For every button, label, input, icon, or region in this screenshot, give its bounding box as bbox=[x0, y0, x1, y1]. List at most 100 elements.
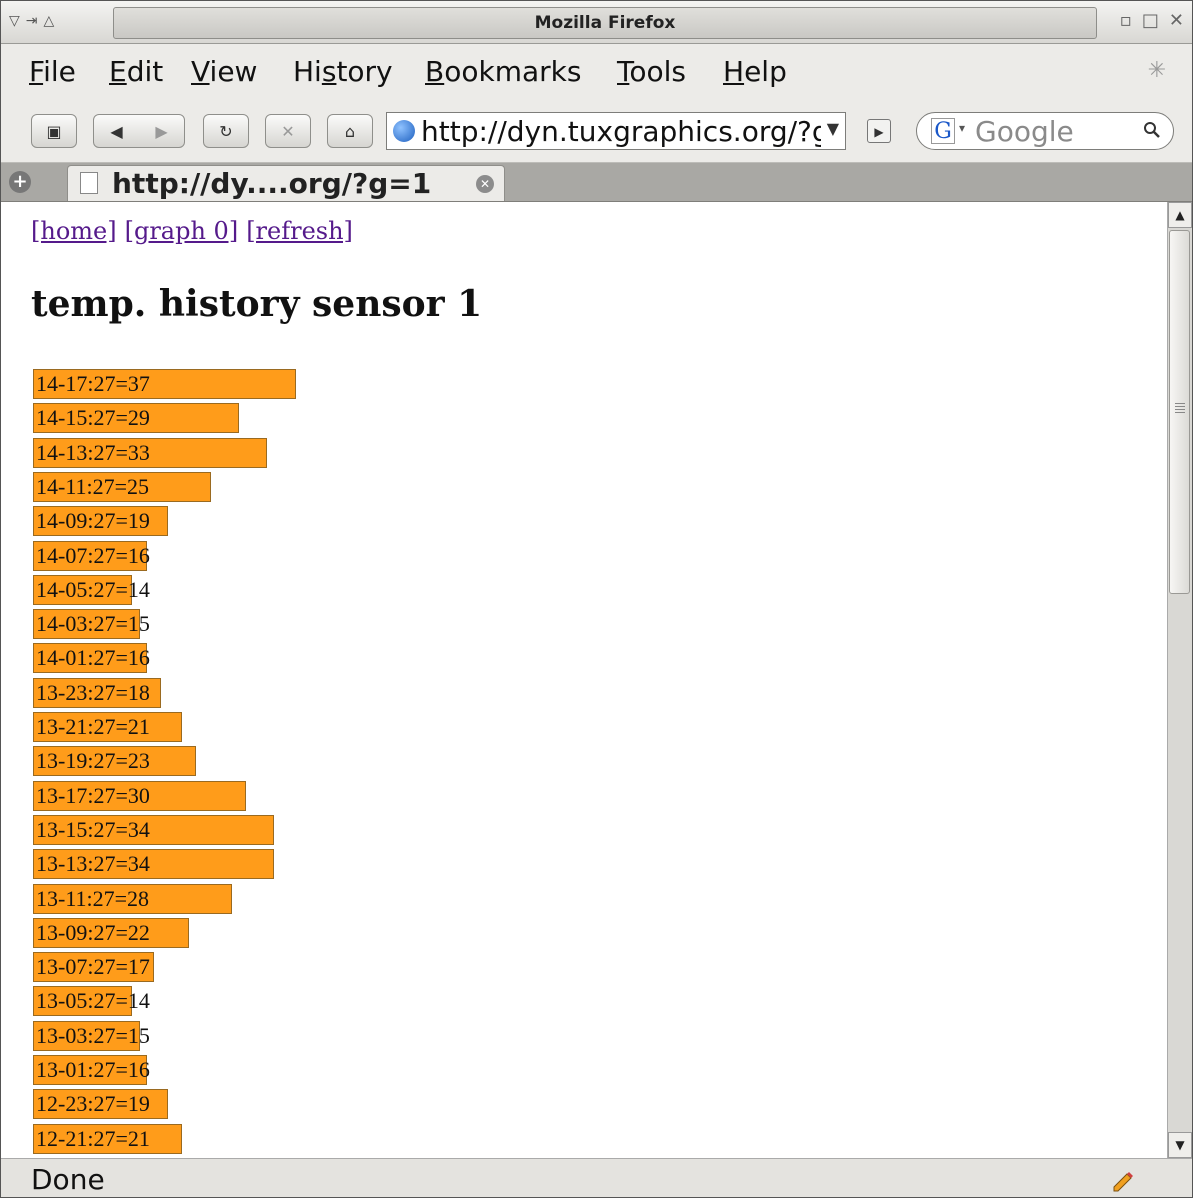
bar: 13-17:27=30 bbox=[33, 781, 246, 811]
search-input[interactable]: Google bbox=[975, 115, 1074, 149]
bar: 12-21:27=21 bbox=[33, 1124, 182, 1154]
graph-0-link[interactable]: [graph 0] bbox=[125, 217, 239, 245]
bar-label: 13-05:27=14 bbox=[36, 988, 150, 1013]
page-content: [home] [graph 0] [refresh] temp. history s… bbox=[1, 202, 1167, 1158]
bar-label: 12-23:27=19 bbox=[36, 1091, 150, 1116]
bar-label: 12-21:27=21 bbox=[36, 1126, 150, 1151]
bar-label: 13-17:27=30 bbox=[36, 783, 150, 808]
stop-icon: ✕ bbox=[281, 121, 295, 141]
scroll-thumb[interactable] bbox=[1169, 230, 1190, 594]
bar: 14-13:27=33 bbox=[33, 438, 267, 468]
menu-label: tory bbox=[336, 55, 393, 88]
menu-accel: V bbox=[191, 55, 210, 88]
title-bar[interactable]: ▽ ⇥ △ Mozilla Firefox ▫ □ ✕ bbox=[1, 1, 1192, 44]
nav-links: [home] [graph 0] [refresh] bbox=[31, 216, 361, 246]
close-window-icon[interactable]: ✕ bbox=[1169, 11, 1184, 31]
bar: 13-07:27=17 bbox=[33, 952, 154, 982]
bar: 13-09:27=22 bbox=[33, 918, 189, 948]
window-menu-icon[interactable]: ▽ bbox=[9, 13, 20, 29]
menu-label: ools bbox=[629, 55, 686, 88]
tab-bar: + http://dy....org/?g=1 ✕ bbox=[1, 163, 1192, 202]
go-button[interactable]: ▶ bbox=[867, 119, 891, 143]
pencil-icon[interactable] bbox=[1110, 1167, 1136, 1193]
reload-button[interactable]: ↻ bbox=[203, 114, 249, 148]
window-controls: ▫ □ ✕ bbox=[1120, 11, 1184, 31]
bar-label: 13-09:27=22 bbox=[36, 920, 150, 945]
shade-icon[interactable]: △ bbox=[44, 13, 55, 29]
bar-label: 14-01:27=16 bbox=[36, 645, 150, 670]
home-icon: ⌂ bbox=[344, 121, 356, 141]
google-engine-icon[interactable]: G bbox=[931, 118, 955, 144]
bar-label: 13-11:27=28 bbox=[36, 886, 150, 911]
bar-label: 14-11:27=25 bbox=[36, 474, 150, 499]
menu-accel: F bbox=[29, 55, 44, 88]
bar: 13-19:27=23 bbox=[33, 746, 196, 776]
bar: 14-11:27=25 bbox=[33, 472, 211, 502]
search-icon[interactable] bbox=[1143, 121, 1161, 139]
bar-label: 13-03:27=15 bbox=[36, 1023, 150, 1048]
tab-active[interactable]: http://dy....org/?g=1 ✕ bbox=[67, 165, 505, 201]
menu-accel: T bbox=[617, 55, 630, 88]
maximize-icon[interactable]: □ bbox=[1142, 11, 1159, 31]
menu-help[interactable]: Help bbox=[723, 56, 787, 88]
new-tab-icon[interactable]: + bbox=[9, 171, 31, 193]
menu-bookmarks[interactable]: Bookmarks bbox=[425, 56, 581, 88]
bar-label: 14-05:27=14 bbox=[36, 577, 150, 602]
bar: 14-05:27=14 bbox=[33, 575, 150, 605]
url-bar[interactable]: http://dyn.tuxgraphics.org/?g=1 ▼ bbox=[386, 112, 846, 150]
bar-label: 14-15:27=29 bbox=[36, 405, 150, 430]
bar-label: 13-15:27=34 bbox=[36, 817, 150, 842]
window-menu-buttons: ▽ ⇥ △ bbox=[9, 13, 54, 29]
bar-label: 14-07:27=16 bbox=[36, 543, 150, 568]
tab-title: http://dy....org/?g=1 bbox=[112, 167, 432, 200]
vertical-scrollbar[interactable]: ▲ ▼ bbox=[1167, 202, 1192, 1158]
menu-history[interactable]: History bbox=[293, 56, 393, 88]
bar: 13-23:27=18 bbox=[33, 678, 161, 708]
menu-edit[interactable]: Edit bbox=[109, 56, 163, 88]
bar: 13-11:27=28 bbox=[33, 884, 232, 914]
page-title: temp. history sensor 1 bbox=[31, 283, 483, 325]
minimize-icon[interactable]: ▫ bbox=[1120, 11, 1132, 31]
bar: 14-07:27=16 bbox=[33, 541, 150, 571]
menu-label: iew bbox=[209, 55, 258, 88]
bar: 13-03:27=15 bbox=[33, 1021, 150, 1051]
page-icon bbox=[80, 172, 98, 194]
stop-button[interactable]: ✕ bbox=[265, 114, 311, 148]
home-link[interactable]: [home] bbox=[31, 217, 117, 245]
url-input[interactable]: http://dyn.tuxgraphics.org/?g=1 bbox=[421, 115, 821, 149]
bar-label: 13-19:27=23 bbox=[36, 748, 150, 773]
sidebar-icon: ▣ bbox=[46, 121, 62, 141]
menu-tools[interactable]: Tools bbox=[617, 56, 686, 88]
forward-icon[interactable]: ▶ bbox=[155, 122, 167, 141]
bar-label: 14-09:27=19 bbox=[36, 508, 150, 533]
search-bar[interactable]: G ▾ Google bbox=[916, 112, 1174, 150]
refresh-link[interactable]: [refresh] bbox=[246, 217, 353, 245]
bookmark-toggle-button[interactable]: ▣ bbox=[31, 114, 77, 148]
menu-view[interactable]: View bbox=[191, 56, 257, 88]
bar: 14-15:27=29 bbox=[33, 403, 239, 433]
scroll-down-icon[interactable]: ▼ bbox=[1168, 1132, 1192, 1158]
menu-file[interactable]: File bbox=[29, 56, 76, 88]
status-bar: Done bbox=[1, 1158, 1192, 1197]
engine-dropdown-icon[interactable]: ▾ bbox=[959, 121, 965, 135]
bar-label: 13-23:27=18 bbox=[36, 680, 150, 705]
back-icon[interactable]: ◀ bbox=[110, 122, 122, 141]
bar: 14-17:27=37 bbox=[33, 369, 296, 399]
throbber-icon: ✳ bbox=[1147, 58, 1167, 83]
bar: 12-23:27=19 bbox=[33, 1089, 168, 1119]
status-text: Done bbox=[31, 1163, 105, 1196]
menu-label-pre: Hi bbox=[293, 55, 322, 88]
pin-icon[interactable]: ⇥ bbox=[26, 13, 38, 29]
tab-close-icon[interactable]: ✕ bbox=[476, 175, 494, 193]
scroll-up-icon[interactable]: ▲ bbox=[1168, 202, 1192, 228]
bar-label: 13-01:27=16 bbox=[36, 1057, 150, 1082]
scroll-grip-icon bbox=[1175, 403, 1185, 415]
url-history-dropdown-icon[interactable]: ▼ bbox=[827, 119, 839, 138]
home-button[interactable]: ⌂ bbox=[327, 114, 373, 148]
bar: 14-03:27=15 bbox=[33, 609, 150, 639]
browser-window: ▽ ⇥ △ Mozilla Firefox ▫ □ ✕ File Edit Vi… bbox=[0, 0, 1193, 1198]
reload-icon: ↻ bbox=[219, 121, 233, 141]
bar: 13-05:27=14 bbox=[33, 986, 150, 1016]
menu-accel: B bbox=[425, 55, 445, 88]
back-forward-group: ◀ ▶ bbox=[93, 114, 185, 148]
